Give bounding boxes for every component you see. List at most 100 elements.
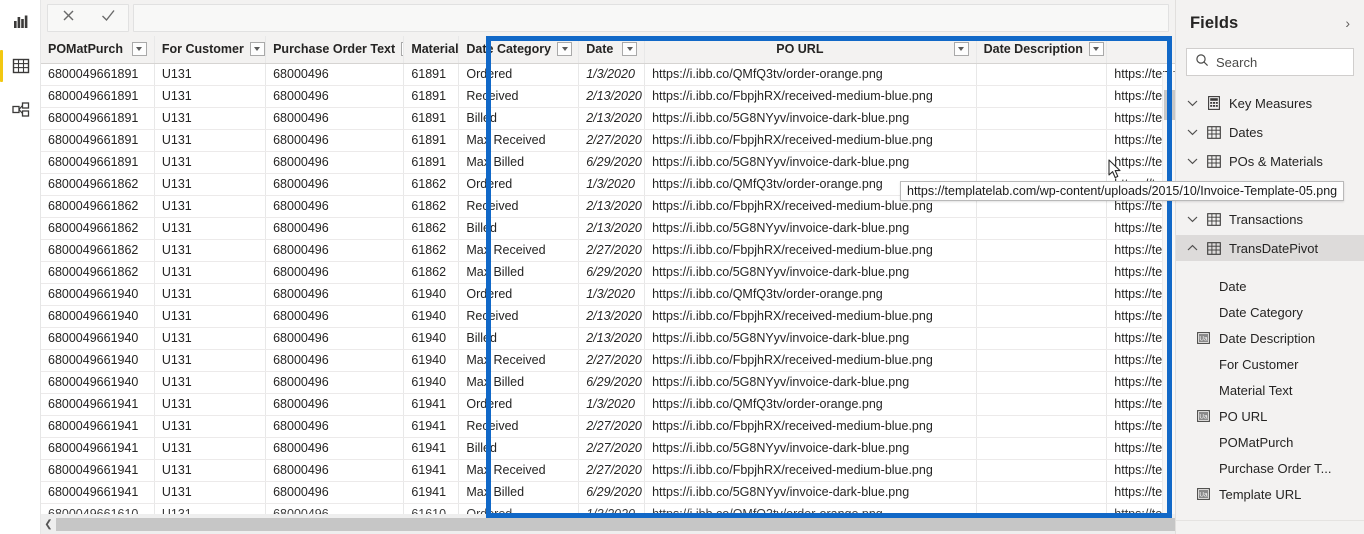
table-cell[interactable]: https://i.ibb.co/5G8NYyv/invoice-dark-bl… <box>644 217 977 240</box>
table-cell[interactable]: 61862 <box>403 261 460 284</box>
table-cell[interactable]: 68000496 <box>265 393 405 416</box>
fields-table-transactions[interactable]: Transactions <box>1176 206 1364 232</box>
field-item-date-description[interactable]: Ua Date Description <box>1176 325 1364 351</box>
table-cell[interactable]: https://i.ibb.co/QMfQ3tv/order-orange.pn… <box>644 393 977 416</box>
table-cell[interactable]: https://i.ibb.co/5G8NYyv/invoice-dark-bl… <box>644 481 977 504</box>
table-cell[interactable]: 6800049661941 <box>41 459 155 482</box>
table-cell[interactable]: 68000496 <box>265 437 405 460</box>
table-row[interactable]: 6800049661891 U131 68000496 61891 Billed 2/13… <box>41 107 1175 130</box>
table-cell[interactable]: U131 <box>154 371 267 394</box>
table-cell[interactable]: https://i.ibb.co/5G8NYyv/invoice-dark-bl… <box>644 261 977 284</box>
table-cell[interactable]: 61862 <box>403 217 460 240</box>
accept-edit-button[interactable] <box>88 5 128 31</box>
table-cell[interactable]: https://i.ibb.co/5G8NYyv/invoice-dark-bl… <box>644 371 977 394</box>
fields-table-pos-materials[interactable]: POs & Materials <box>1176 148 1364 174</box>
table-cell[interactable]: 6800049661940 <box>41 283 155 306</box>
table-cell[interactable]: U131 <box>154 481 267 504</box>
table-cell[interactable]: 61940 <box>403 327 460 350</box>
column-filter-dropdown-icon[interactable] <box>131 42 147 57</box>
table-row[interactable]: 6800049661941 U131 68000496 61941 Ordered 1/3… <box>41 393 1175 416</box>
table-row[interactable]: 6800049661940 U131 68000496 61940 Ordered 1/3… <box>41 283 1175 306</box>
table-row[interactable]: 6800049661862 U131 68000496 61862 Max Receiv… <box>41 239 1175 262</box>
table-cell[interactable]: 61891 <box>403 63 460 86</box>
field-item-pomatpurch[interactable]: POMatPurch <box>1176 429 1364 455</box>
table-cell[interactable]: 1/3/2020 <box>578 283 646 306</box>
table-row[interactable]: 6800049661940 U131 68000496 61940 Received 2/… <box>41 305 1175 328</box>
table-cell[interactable]: Max Received <box>458 129 580 152</box>
table-cell[interactable] <box>976 239 1108 262</box>
table-row[interactable]: 6800049661891 U131 68000496 61891 Max Billed… <box>41 151 1175 174</box>
field-item-purchase-order-t-[interactable]: Purchase Order T... <box>1176 455 1364 481</box>
table-row[interactable]: 6800049661862 U131 68000496 61862 Billed 2/13… <box>41 217 1175 240</box>
table-cell[interactable]: Max Billed <box>458 481 580 504</box>
table-row[interactable]: 6800049661940 U131 68000496 61940 Max Billed… <box>41 371 1175 394</box>
cancel-edit-button[interactable] <box>48 5 88 31</box>
table-cell[interactable]: Ordered <box>458 173 580 196</box>
table-cell[interactable]: 6800049661940 <box>41 371 155 394</box>
table-cell[interactable]: 61862 <box>403 173 460 196</box>
table-cell[interactable]: 6800049661891 <box>41 107 155 130</box>
table-cell[interactable]: U131 <box>154 437 267 460</box>
table-row[interactable]: 6800049661891 U131 68000496 61891 Ordered 1/3… <box>41 63 1175 86</box>
table-cell[interactable]: 61940 <box>403 283 460 306</box>
table-cell[interactable] <box>976 261 1108 284</box>
horizontal-scroll-thumb[interactable] <box>55 517 1175 531</box>
table-cell[interactable]: https://i.ibb.co/QMfQ3tv/order-orange.pn… <box>644 63 977 86</box>
sidebar-item-report-view[interactable] <box>0 0 41 44</box>
table-cell[interactable]: 2/13/2020 <box>578 85 646 108</box>
table-cell[interactable]: https://i.ibb.co/FbpjhRX/received-medium… <box>644 415 977 438</box>
table-cell[interactable]: 61941 <box>403 437 460 460</box>
field-item-template-url[interactable]: Ua Template URL <box>1176 481 1364 507</box>
table-cell[interactable] <box>976 327 1108 350</box>
table-cell[interactable]: 61941 <box>403 459 460 482</box>
table-cell[interactable]: 61941 <box>403 393 460 416</box>
table-cell[interactable]: U131 <box>154 85 267 108</box>
table-cell[interactable]: 68000496 <box>265 239 405 262</box>
table-cell[interactable]: 68000496 <box>265 195 405 218</box>
field-item-date[interactable]: Date <box>1176 273 1364 299</box>
table-row[interactable]: 6800049661941 U131 68000496 61941 Max Billed… <box>41 481 1175 504</box>
table-cell[interactable]: 2/27/2020 <box>578 459 646 482</box>
table-cell[interactable]: 68000496 <box>265 63 405 86</box>
table-cell[interactable]: 6/29/2020 <box>578 371 646 394</box>
table-cell[interactable]: 6800049661891 <box>41 151 155 174</box>
table-cell[interactable]: 6800049661940 <box>41 305 155 328</box>
table-cell[interactable] <box>976 481 1108 504</box>
grid-horizontal-scrollbar[interactable]: ❮ <box>41 514 1175 534</box>
table-cell[interactable] <box>976 437 1108 460</box>
field-item-for-customer[interactable]: For Customer <box>1176 351 1364 377</box>
table-cell[interactable]: 6/29/2020 <box>578 261 646 284</box>
table-cell[interactable]: 6800049661891 <box>41 129 155 152</box>
table-row[interactable]: 6800049661862 U131 68000496 61862 Max Billed… <box>41 261 1175 284</box>
table-cell[interactable]: U131 <box>154 129 267 152</box>
table-cell[interactable]: 61940 <box>403 371 460 394</box>
table-cell[interactable]: 6800049661941 <box>41 481 155 504</box>
table-cell[interactable]: 68000496 <box>265 283 405 306</box>
table-cell[interactable]: Max Billed <box>458 151 580 174</box>
chevron-up-icon[interactable] <box>1186 244 1198 252</box>
table-cell[interactable]: Max Received <box>458 459 580 482</box>
column-header-material-text[interactable]: Material Text <box>403 36 460 64</box>
column-header-blank[interactable] <box>1106 36 1175 64</box>
table-cell[interactable]: 2/27/2020 <box>578 239 646 262</box>
table-cell[interactable]: 68000496 <box>265 129 405 152</box>
table-cell[interactable]: 2/27/2020 <box>578 129 646 152</box>
table-cell[interactable]: 61891 <box>403 151 460 174</box>
table-cell[interactable]: 6800049661940 <box>41 349 155 372</box>
fields-table-transdatepivot[interactable]: TransDatePivot <box>1176 235 1364 261</box>
table-cell[interactable]: U131 <box>154 151 267 174</box>
column-header-purchase-order-text[interactable]: Purchase Order Text <box>265 36 405 64</box>
table-cell[interactable] <box>976 107 1108 130</box>
table-cell[interactable]: 68000496 <box>265 151 405 174</box>
chevron-down-icon[interactable] <box>1186 215 1198 223</box>
grid-vertical-scrollbar[interactable]: ▲ <box>1162 72 1175 534</box>
table-cell[interactable]: 61862 <box>403 195 460 218</box>
table-cell[interactable]: 1/3/2020 <box>578 393 646 416</box>
field-item-date-category[interactable]: Date Category <box>1176 299 1364 325</box>
table-cell[interactable]: 61891 <box>403 129 460 152</box>
table-cell[interactable]: 6800049661941 <box>41 415 155 438</box>
table-cell[interactable]: Ordered <box>458 63 580 86</box>
table-cell[interactable] <box>976 217 1108 240</box>
table-cell[interactable]: U131 <box>154 305 267 328</box>
column-header-date-category[interactable]: Date Category <box>458 36 580 64</box>
